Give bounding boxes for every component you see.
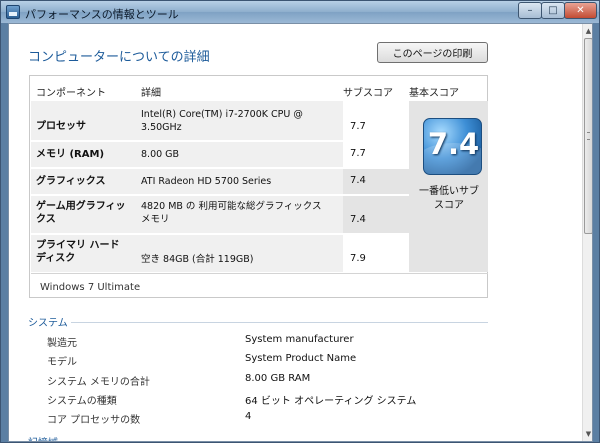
system-label: システム メモリの合計 bbox=[47, 377, 150, 388]
window-title: パフォーマンスの情報とツール bbox=[25, 8, 179, 21]
system-label: モデル bbox=[47, 357, 77, 368]
system-value: 4 bbox=[245, 411, 252, 422]
system-label: コア プロセッサの数 bbox=[47, 415, 141, 426]
system-label: 製造元 bbox=[47, 338, 77, 349]
vertical-scrollbar[interactable]: ▲ ▼ bbox=[582, 24, 592, 441]
base-score-value: 7.4 bbox=[427, 127, 480, 161]
row-subscore: 7.7 bbox=[350, 121, 366, 132]
storage-section-title: 記憶域 bbox=[28, 434, 58, 441]
row-subscore: 7.4 bbox=[350, 175, 366, 186]
maximize-button[interactable]: □ bbox=[541, 2, 565, 19]
windows-edition: Windows 7 Ultimate bbox=[40, 282, 141, 293]
base-score-caption: 一番低いサブスコア bbox=[419, 186, 479, 211]
score-table: コンポーネント 詳細 サブスコア 基本スコア プロセッサ Intel(R) Co… bbox=[29, 75, 488, 298]
row-component: グラフィックス bbox=[36, 176, 106, 187]
scroll-thumb[interactable] bbox=[584, 38, 592, 234]
row-component: プライマリ ハード ディスク bbox=[36, 240, 120, 264]
row-detail: 8.00 GB bbox=[141, 149, 180, 160]
row-detail: Intel(R) Core(TM) i7-2700K CPU @ 3.50GHz bbox=[141, 109, 303, 133]
window: パフォーマンスの情報とツール – □ ✕ コンピューターについての詳細 このペー… bbox=[0, 0, 600, 443]
row-component: プロセッサ bbox=[36, 121, 86, 132]
scroll-down-icon[interactable]: ▼ bbox=[584, 428, 592, 440]
scroll-up-icon[interactable]: ▲ bbox=[584, 25, 592, 37]
title-bar[interactable]: パフォーマンスの情報とツール – □ ✕ bbox=[1, 1, 599, 23]
header-detail: 詳細 bbox=[141, 88, 161, 99]
header-basescore: 基本スコア bbox=[409, 88, 459, 99]
divider bbox=[31, 273, 488, 274]
row-detail: 4820 MB の 利用可能な総グラフィックス メモリ bbox=[141, 201, 322, 225]
row-subscore: 7.4 bbox=[350, 214, 366, 225]
performance-app-icon bbox=[6, 5, 20, 19]
base-score-column: 7.4 一番低いサブスコア bbox=[409, 101, 488, 272]
header-component: コンポーネント bbox=[36, 88, 106, 99]
page-title: コンピューターについての詳細 bbox=[28, 50, 210, 65]
content-area: コンピューターについての詳細 このページの印刷 コンポーネント 詳細 サブスコア… bbox=[8, 23, 593, 442]
print-page-button[interactable]: このページの印刷 bbox=[377, 42, 488, 63]
row-component: ゲーム用グラフィックス bbox=[36, 201, 126, 225]
system-value: 64 ビット オペレーティング システム bbox=[245, 396, 417, 407]
minimize-button[interactable]: – bbox=[518, 2, 542, 19]
row-component: メモリ (RAM) bbox=[36, 149, 105, 160]
system-value: 8.00 GB RAM bbox=[245, 373, 311, 384]
grip-icon bbox=[587, 132, 590, 140]
system-value: System Product Name bbox=[245, 353, 357, 364]
system-section-title: システム bbox=[28, 318, 68, 329]
close-button[interactable]: ✕ bbox=[564, 2, 597, 19]
header-subscore: サブスコア bbox=[343, 88, 393, 99]
divider bbox=[71, 322, 488, 323]
system-label: システムの種類 bbox=[47, 396, 117, 407]
base-score-badge: 7.4 bbox=[423, 118, 482, 175]
row-subscore: 7.9 bbox=[350, 253, 366, 264]
row-detail: ATI Radeon HD 5700 Series bbox=[141, 176, 272, 187]
system-value: System manufacturer bbox=[245, 334, 354, 345]
row-subscore: 7.7 bbox=[350, 148, 366, 159]
row-detail: 空き 84GB (合計 119GB) bbox=[141, 254, 254, 265]
